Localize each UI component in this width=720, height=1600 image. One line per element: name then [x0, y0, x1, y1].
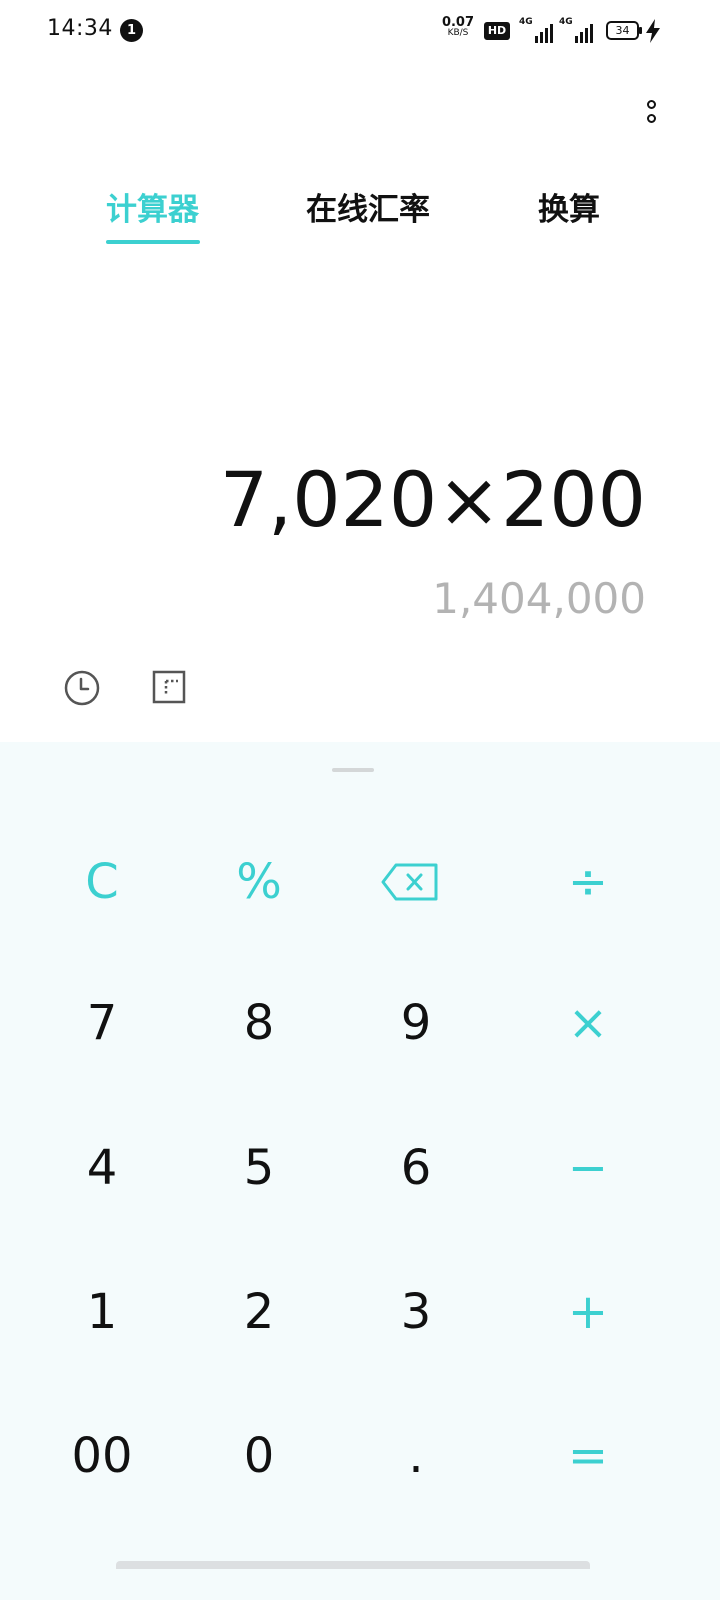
hd-voice-icon: HD [484, 22, 510, 40]
scientific-mode-icon[interactable] [151, 669, 189, 707]
more-vertical-icon [647, 100, 656, 109]
key-9[interactable]: 9 [341, 963, 491, 1083]
key-multiply[interactable]: × [513, 963, 663, 1083]
key-8[interactable]: 8 [184, 963, 334, 1083]
key-7[interactable]: 7 [27, 963, 177, 1083]
sim2-network-type: 4G [559, 17, 573, 27]
key-0[interactable]: 0 [184, 1396, 334, 1516]
tab-exchange-rate[interactable]: 在线汇率 [306, 184, 430, 229]
key-4[interactable]: 4 [27, 1108, 177, 1228]
key-equals[interactable]: = [513, 1396, 663, 1516]
battery-icon: 34 [606, 21, 642, 40]
key-6[interactable]: 6 [341, 1108, 491, 1228]
status-bar: 14:34 1 0.07 KB/S HD 4G 4G 34 [0, 0, 720, 64]
status-time: 14:34 [47, 16, 113, 41]
more-options-button[interactable] [638, 94, 668, 134]
charging-icon [646, 19, 660, 43]
key-clear[interactable]: C [27, 822, 177, 942]
tab-calculator[interactable]: 计算器 [106, 184, 199, 229]
key-divide[interactable]: ÷ [513, 822, 663, 942]
key-subtract[interactable]: − [513, 1108, 663, 1228]
backspace-icon [381, 863, 438, 901]
key-backspace[interactable] [335, 822, 485, 942]
network-speed-value: 0.07 [441, 15, 475, 30]
keypad-drag-handle[interactable] [332, 768, 374, 772]
network-speed: 0.07 KB/S [441, 15, 475, 39]
key-1[interactable]: 1 [27, 1252, 177, 1372]
result-display: 1,404,000 [432, 574, 646, 623]
more-vertical-icon-dot [647, 114, 656, 123]
key-00[interactable]: 00 [27, 1396, 177, 1516]
key-decimal[interactable]: . [341, 1396, 491, 1516]
signal-sim2-icon: 4G [559, 17, 595, 45]
signal-sim1-icon: 4G [519, 17, 555, 45]
key-3[interactable]: 3 [341, 1252, 491, 1372]
tab-conversion[interactable]: 换算 [538, 184, 600, 229]
keypad: C % ÷ 7 8 9 × 4 5 6 − 1 2 3 + 00 0 . = [0, 742, 720, 1600]
active-tab-indicator [106, 240, 200, 244]
key-5[interactable]: 5 [184, 1108, 334, 1228]
key-2[interactable]: 2 [184, 1252, 334, 1372]
expression-display: 7,020×200 [219, 455, 646, 544]
key-percent[interactable]: % [184, 822, 334, 942]
sim1-network-type: 4G [519, 17, 533, 27]
clock-icon[interactable] [63, 669, 101, 707]
key-add[interactable]: + [513, 1252, 663, 1372]
notification-badge: 1 [120, 19, 143, 42]
gesture-navigation-bar[interactable] [116, 1561, 590, 1569]
battery-level: 34 [615, 24, 630, 37]
